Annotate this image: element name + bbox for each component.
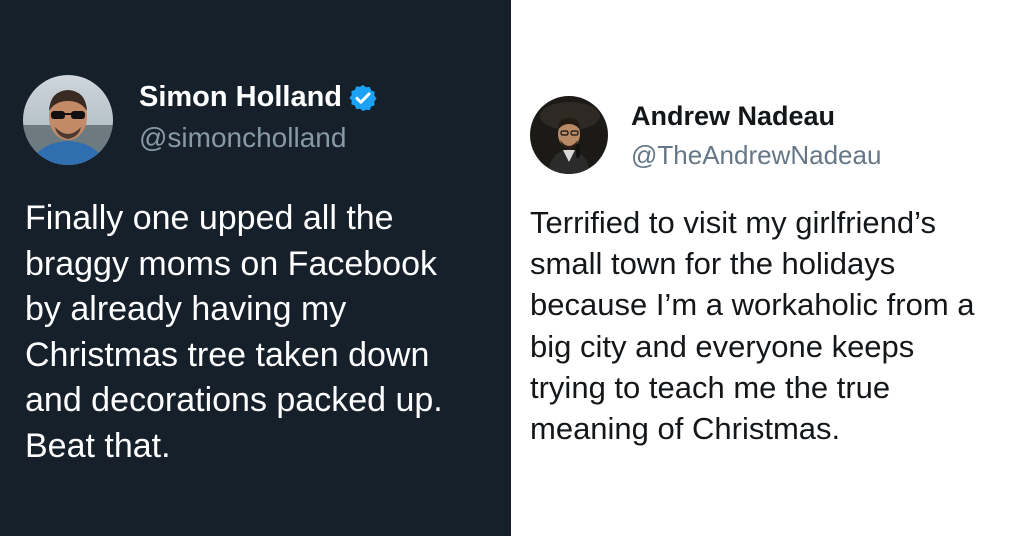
tweet-text: Terrified to visit my girlfriend’s small… bbox=[530, 205, 975, 447]
verified-badge-icon bbox=[348, 83, 378, 113]
tweet-card-andrew-nadeau: Andrew Nadeau @TheAndrewNadeau Terrified… bbox=[511, 0, 1024, 536]
avatar-image bbox=[23, 75, 113, 165]
avatar[interactable] bbox=[23, 75, 113, 165]
tweet-text: Finally one upped all the braggy moms on… bbox=[25, 199, 443, 465]
handle[interactable]: @simoncholland bbox=[139, 122, 346, 154]
display-name[interactable]: Andrew Nadeau bbox=[631, 101, 835, 132]
avatar-image bbox=[530, 96, 608, 174]
display-name-row[interactable]: Simon Holland bbox=[139, 81, 378, 114]
display-name[interactable]: Simon Holland bbox=[139, 81, 342, 114]
handle[interactable]: @TheAndrewNadeau bbox=[631, 140, 881, 171]
tweet-card-simon-holland: Simon Holland @simoncholland Finally one… bbox=[0, 0, 511, 536]
avatar[interactable] bbox=[530, 96, 608, 174]
